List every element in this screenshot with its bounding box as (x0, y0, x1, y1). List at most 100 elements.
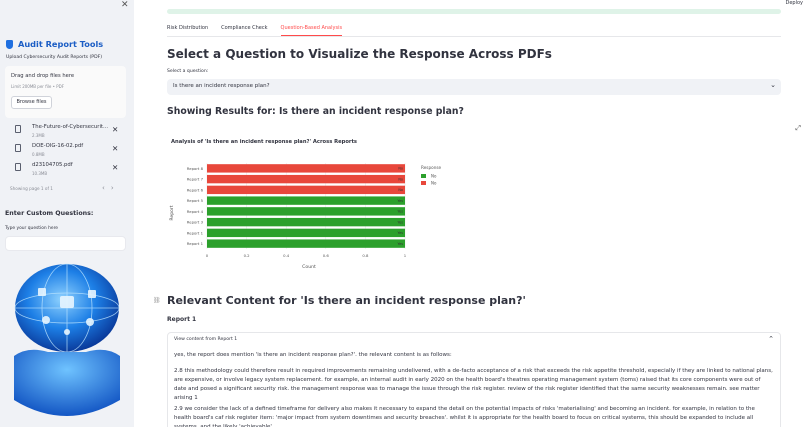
dropzone-title: Drag and drop files here (11, 73, 75, 79)
remove-file-icon[interactable]: ✕ (112, 144, 118, 153)
chart-y-tick-label: Report 8 (187, 166, 204, 171)
chart-bar-label: Yes (398, 242, 404, 246)
chart-y-tick-label: Report 1 (187, 241, 204, 246)
sidebar-title: Audit Report Tools (6, 39, 103, 49)
chart-y-tick-label: Report 4 (187, 209, 204, 214)
file-name: d23104705.pdf (32, 162, 73, 168)
pager-text: Showing page 1 of 1 (10, 186, 53, 191)
progress-bar (167, 9, 781, 14)
chevron-up-icon[interactable]: ⌃ (768, 335, 774, 343)
tab-divider (167, 36, 781, 37)
legend-label: No (431, 174, 437, 179)
chart-bar (207, 207, 405, 216)
remove-file-icon[interactable]: ✕ (112, 125, 118, 134)
uploaded-file: d23104705.pdf 10.3MB ✕ (15, 162, 125, 182)
main-panel: Deploy Risk Distribution Compliance Chec… (134, 0, 806, 427)
chart-bar-label: No (398, 188, 403, 192)
chart-bar-labels: Yes Yes Yes Yes Yes No No No (398, 167, 404, 246)
chart-title: Analysis of 'Is there an incident respon… (171, 139, 357, 145)
sidebar: ✕ Audit Report Tools Upload Cybersecurit… (0, 0, 134, 427)
chart-bars (207, 164, 405, 248)
chart-y-tick-label: Report 5 (187, 198, 204, 203)
tab-compliance-check[interactable]: Compliance Check (221, 25, 267, 36)
chart-bar (207, 174, 405, 184)
sidebar-title-text: Audit Report Tools (18, 39, 104, 49)
uploaded-file: The-Future-of-Cybersecurit... 2.3MB ✕ (15, 124, 125, 144)
remove-file-icon[interactable]: ✕ (112, 163, 118, 172)
chart-x-axis-label: Count (302, 264, 316, 270)
custom-question-input[interactable] (5, 236, 126, 251)
legend-swatch (421, 174, 426, 178)
cyber-globe-image (14, 263, 120, 416)
progress-fill (167, 9, 781, 14)
legend-swatch (421, 181, 426, 185)
file-name: The-Future-of-Cybersecurit... (32, 124, 109, 130)
file-dropzone[interactable]: Drag and drop files here Limit 200MB per… (5, 66, 126, 118)
chart-bar (207, 196, 405, 205)
dropzone-subtitle: Limit 200MB per file • PDF (11, 84, 64, 89)
content-paragraph: 2.9 we consider the lack of a defined ti… (174, 406, 755, 427)
results-heading: Showing Results for: Is there an inciden… (167, 106, 464, 117)
chart-bar (207, 239, 405, 248)
shield-icon (6, 39, 13, 49)
question-select[interactable]: Is there an incident response plan? ⌄ (167, 79, 781, 95)
chart-bar-label: No (398, 167, 403, 171)
chart-y-tick-label: Report 6 (187, 187, 204, 192)
chart-bar (207, 185, 405, 195)
fullscreen-icon[interactable]: ⤢ (795, 124, 801, 133)
tab-risk-distribution[interactable]: Risk Distribution (167, 25, 208, 36)
report-content-expander[interactable]: View content from Report 1 ⌃ yes, the re… (167, 332, 781, 427)
close-sidebar-icon[interactable]: ✕ (121, 0, 129, 10)
chart-x-tick-label: 0.8 (362, 253, 369, 258)
browse-files-button[interactable]: Browse files (11, 96, 52, 109)
next-page-icon[interactable]: › (111, 184, 120, 192)
upload-label: Upload Cybersecurity Audit Reports (PDF) (6, 55, 102, 60)
chart-y-tick-label: Report 1 (187, 230, 204, 235)
chart-y-axis-label: Report (169, 205, 175, 220)
file-size: 0.8MB (32, 152, 45, 157)
question-select-value: Is there an incident response plan? (173, 83, 270, 89)
tab-bar: Risk Distribution Compliance Check Quest… (167, 25, 343, 36)
content-heading: Relevant Content for 'Is there an incide… (167, 294, 526, 307)
chart-y-tick-label: Report 7 (187, 177, 204, 182)
deploy-button[interactable]: Deploy (785, 0, 803, 6)
file-icon (15, 125, 21, 133)
pager-arrows: ‹› (102, 184, 120, 192)
chart-bar (207, 164, 405, 173)
chart-x-tick-labels: 0 0.2 0.4 0.6 0.8 1 (206, 253, 407, 258)
chart-bar (207, 228, 405, 238)
link-icon[interactable]: ⛓ (153, 297, 161, 304)
chart-y-tick-label: Report 3 (187, 220, 204, 225)
expander-title[interactable]: View content from Report 1 (174, 337, 237, 342)
upload-label-text: Upload Cybersecurity Audit Reports (PDF) (6, 55, 103, 60)
content-paragraph: yes, the report does mention 'is there a… (174, 352, 452, 358)
legend-label: No (431, 181, 437, 186)
chart-x-tick-label: 0.6 (323, 253, 330, 258)
file-icon (15, 163, 21, 171)
file-icon (15, 144, 21, 152)
chart-y-tick-labels: Report 1 Report 1 Report 3 Report 4 Report 5… (187, 166, 204, 246)
chart-bar-label: Yes (398, 210, 404, 214)
file-size: 10.3MB (32, 171, 48, 176)
app-window: ✕ Audit Report Tools Upload Cybersecurit… (0, 0, 806, 427)
chart-bar-label: No (398, 177, 403, 181)
chart-bar (207, 217, 405, 227)
chevron-down-icon: ⌄ (770, 81, 776, 89)
chart-x-tick-label: 1 (404, 253, 407, 258)
chart-x-tick-label: 0.4 (283, 253, 290, 258)
uploaded-file: DOE-OIG-16-02.pdf 0.8MB ✕ (15, 143, 125, 163)
chart-x-tick-label: 0 (206, 253, 209, 258)
content-paragraph: 2.8 this methodology could therefore res… (174, 368, 773, 401)
response-chart: Analysis of 'Is there an incident respon… (169, 139, 442, 270)
question-select-label: Select a question: (167, 69, 209, 74)
prev-page-icon[interactable]: ‹ (102, 184, 111, 192)
chart-bar-label: Yes (398, 220, 404, 224)
tab-question-based-analysis[interactable]: Question-Based Analysis (280, 25, 343, 36)
file-size: 2.3MB (32, 133, 45, 138)
chart-x-tick-label: 0.2 (244, 253, 251, 258)
report-label: Report 1 (167, 316, 197, 323)
chart-bar-label: Yes (398, 231, 404, 235)
chart-legend: No No (421, 174, 437, 186)
file-name: DOE-OIG-16-02.pdf (32, 143, 84, 149)
page-title: Select a Question to Visualize the Respo… (167, 47, 552, 61)
